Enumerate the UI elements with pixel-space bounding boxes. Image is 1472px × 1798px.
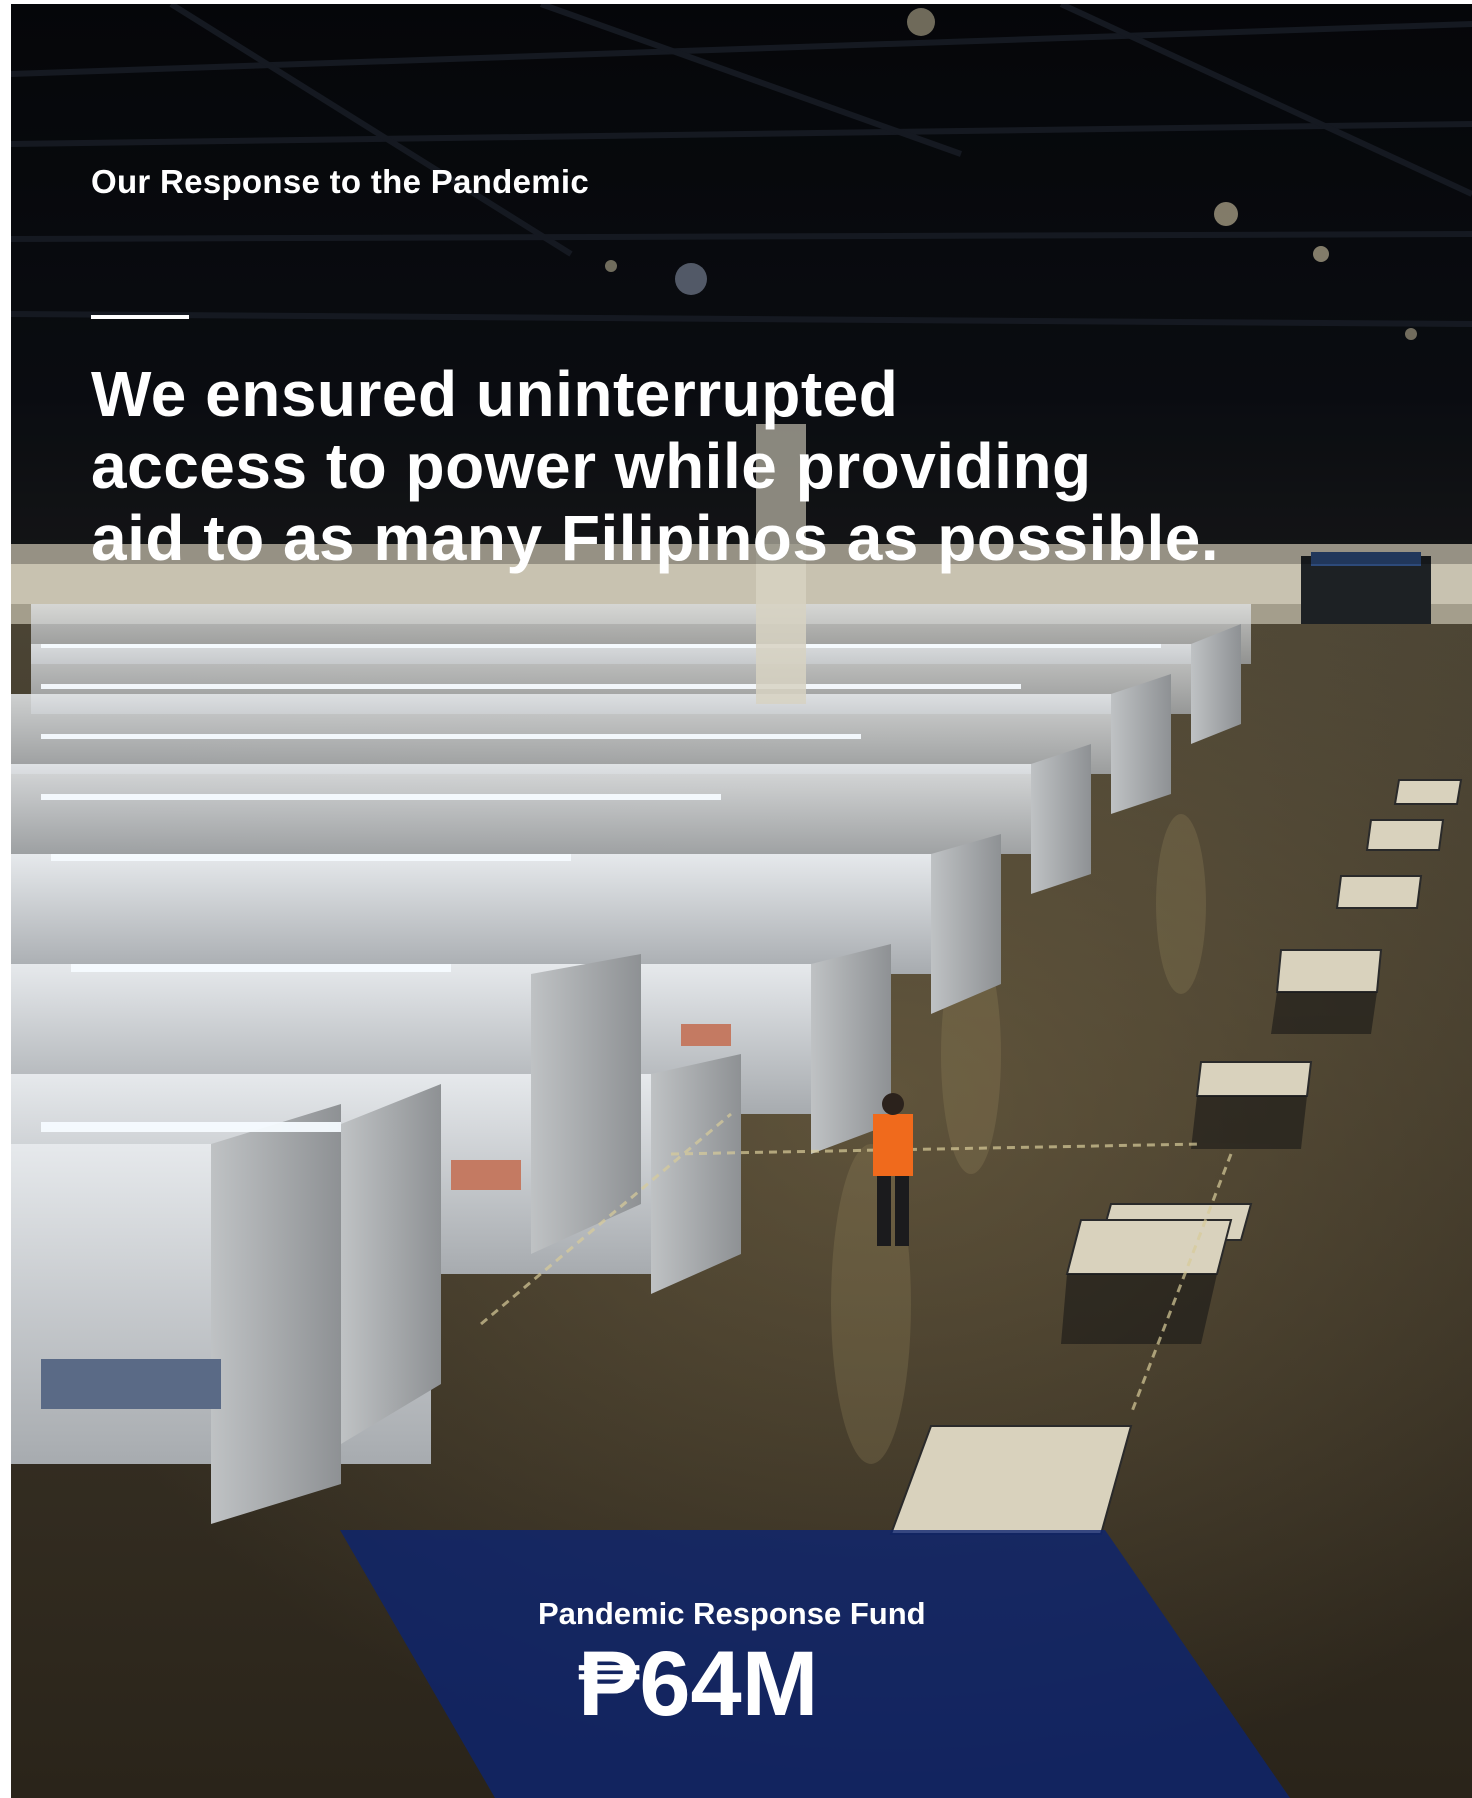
fund-value: ₱64M xyxy=(578,1633,819,1735)
headline: We ensured uninterrupted access to power… xyxy=(91,358,1391,574)
headline-line: access to power while providing xyxy=(91,430,1092,502)
headline-line: We ensured uninterrupted xyxy=(91,358,899,430)
headline-line: aid to as many Filipinos as possible. xyxy=(91,502,1220,574)
heading-rule xyxy=(91,315,189,319)
report-page: Our Response to the Pandemic We ensured … xyxy=(0,0,1472,1798)
fund-label: Pandemic Response Fund xyxy=(538,1596,926,1631)
isolation-facility-photo xyxy=(11,4,1472,1798)
section-label: Our Response to the Pandemic xyxy=(91,163,590,200)
